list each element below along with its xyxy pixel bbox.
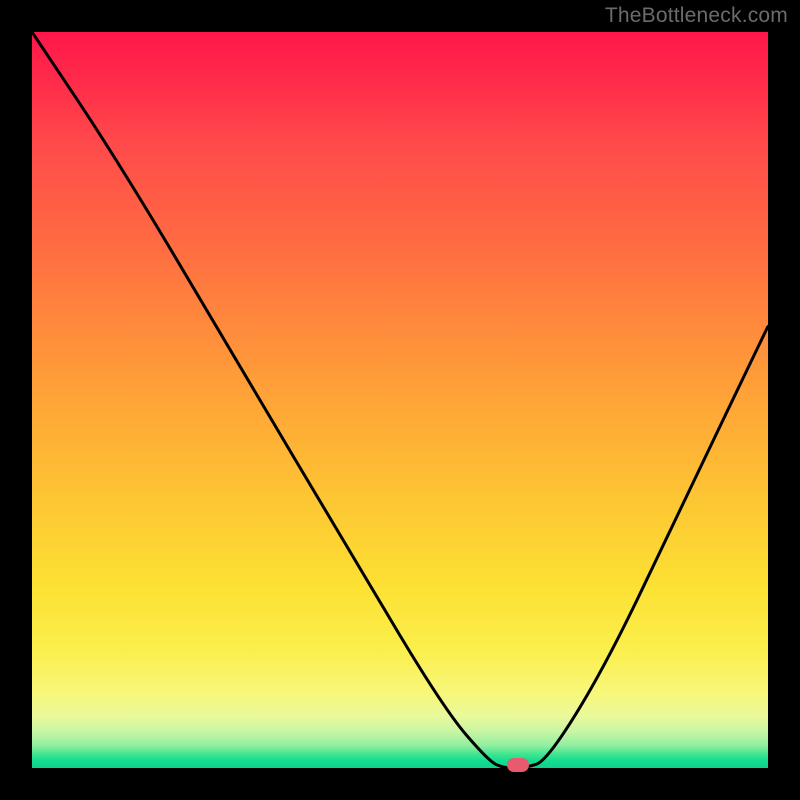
chart-frame: TheBottleneck.com <box>0 0 800 800</box>
bottleneck-curve <box>32 32 768 768</box>
curve-path <box>32 32 768 768</box>
plot-area <box>32 32 768 768</box>
optimal-marker <box>507 758 529 772</box>
watermark-text: TheBottleneck.com <box>605 4 788 28</box>
